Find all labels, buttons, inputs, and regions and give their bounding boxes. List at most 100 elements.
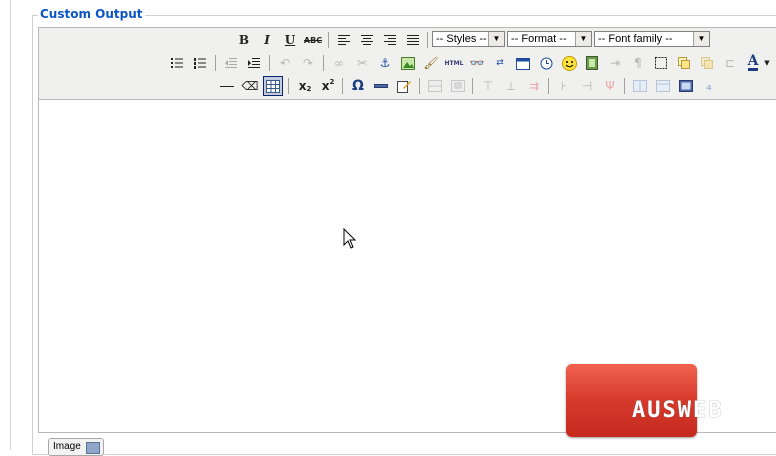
insert-row-after-button[interactable]: ⊥ (501, 76, 521, 96)
ltr-button[interactable]: ⇥ (605, 53, 625, 73)
bold-button[interactable]: B (234, 30, 254, 50)
delete-row-button[interactable]: ⇉ (524, 76, 544, 96)
insert-link-button[interactable]: ∞ (329, 53, 349, 73)
toolbar-separator (624, 78, 625, 94)
insert-image-button[interactable] (398, 53, 418, 73)
chevron-down-icon: ▼ (488, 32, 504, 46)
table-props-button[interactable] (676, 76, 696, 96)
superscript-button[interactable]: x2 (318, 76, 338, 96)
emoticons-button[interactable] (559, 53, 579, 73)
align-right-button[interactable] (380, 30, 400, 50)
absolute-position-button[interactable]: ⊏ (720, 53, 740, 73)
toolbar-separator (548, 78, 549, 94)
undo-icon: ↶ (279, 56, 291, 70)
indent-button[interactable] (244, 53, 264, 73)
find-button[interactable]: 👓 (467, 53, 487, 73)
delete-col-button[interactable]: Ψ (600, 76, 620, 96)
link-icon: ∞ (334, 56, 344, 70)
anchor-icon: ⚓ (379, 56, 391, 70)
bullet-list-button[interactable] (167, 53, 187, 73)
font-color-button[interactable]: A (743, 53, 763, 73)
edit-css-button[interactable] (394, 76, 414, 96)
insert-hr-button[interactable] (371, 76, 391, 96)
editor-toolbar: B I U ABC -- Styles -- ▼ -- Format -- ▼ … (39, 28, 776, 100)
left-border-line (10, 0, 11, 450)
align-center-icon (361, 35, 373, 45)
insert-layer-button[interactable] (674, 53, 694, 73)
font-family-select[interactable]: -- Font family -- ▼ (594, 31, 710, 47)
align-center-button[interactable] (357, 30, 377, 50)
strikethrough-button[interactable]: ABC (303, 30, 323, 50)
toolbar-separator (323, 55, 324, 71)
toolbar-row-2: ↶ ↷ ∞ ✂ ⚓ 🖌 HTML 👓 ⇄ ⇥ ¶ ⊏ A ▼ (39, 52, 776, 74)
insert-row-before-button[interactable]: ⊤ (478, 76, 498, 96)
bullet-list-icon (171, 58, 183, 68)
style-props-icon: ₄ (706, 78, 712, 94)
binoculars-icon: 👓 (469, 56, 485, 70)
font-color-dropdown[interactable]: ▼ (761, 53, 773, 73)
format-select[interactable]: -- Format -- ▼ (507, 31, 592, 47)
mouse-cursor-icon (343, 228, 357, 249)
anchor-button[interactable]: ⚓ (375, 53, 395, 73)
remove-format-button[interactable]: ⌫ (240, 76, 260, 96)
align-left-button[interactable] (334, 30, 354, 50)
insert-col-before-button[interactable]: ⊦ (554, 76, 574, 96)
toolbar-separator (215, 55, 216, 71)
horizontal-rule-button[interactable] (217, 76, 237, 96)
insert-time-button[interactable] (536, 53, 556, 73)
move-forward-button[interactable] (697, 53, 717, 73)
cleanup-button[interactable]: 🖌 (421, 53, 441, 73)
ltr-icon: ⇥ (609, 56, 621, 70)
toolbar-separator (288, 78, 289, 94)
html-source-button[interactable]: HTML (444, 53, 464, 73)
merge-cells-button[interactable] (653, 76, 673, 96)
superscript-2: 2 (329, 78, 335, 86)
insert-media-button[interactable] (582, 53, 602, 73)
table-cell-props-button[interactable] (448, 76, 468, 96)
italic-button[interactable]: I (257, 30, 277, 50)
underline-button[interactable]: U (280, 30, 300, 50)
align-justify-button[interactable] (403, 30, 423, 50)
subscript-button[interactable]: x2 (295, 76, 315, 96)
redo-button[interactable]: ↷ (298, 53, 318, 73)
subscript-x: x (298, 79, 307, 93)
format-select-value: -- Format -- (511, 33, 567, 45)
rtl-button[interactable]: ¶ (628, 53, 648, 73)
toolbar-separator (342, 78, 343, 94)
edit-style-icon (397, 81, 411, 93)
numbered-list-button[interactable] (190, 53, 210, 73)
unlink-button[interactable]: ✂ (352, 53, 372, 73)
chevron-down-icon: ▼ (575, 32, 591, 46)
styles-select[interactable]: -- Styles -- ▼ (432, 31, 505, 47)
undo-button[interactable]: ↶ (275, 53, 295, 73)
outdent-button[interactable] (221, 53, 241, 73)
absolute-icon: ⊏ (724, 56, 736, 70)
fieldset-legend: Custom Output (38, 6, 145, 22)
fullscreen-icon (655, 57, 667, 69)
calendar-icon (516, 57, 530, 70)
image-icon (86, 442, 100, 454)
watermark-logo-text: AUSWEB (632, 398, 724, 423)
insert-col-after-button[interactable]: ⊣ (577, 76, 597, 96)
toolbar-separator (328, 32, 329, 48)
image-button[interactable]: Image (48, 438, 104, 456)
insert-date-button[interactable] (513, 53, 533, 73)
fullscreen-button[interactable] (651, 53, 671, 73)
table-cell-icon (451, 80, 465, 92)
split-cells-button[interactable] (630, 76, 650, 96)
table-row-props-button[interactable] (425, 76, 445, 96)
subscript-2: 2 (306, 85, 312, 93)
styleprops-button[interactable]: ₄ (699, 76, 719, 96)
chevron-down-icon: ▼ (764, 59, 770, 67)
special-character-button[interactable]: Ω (348, 76, 368, 96)
delete-row-icon: ⇉ (528, 79, 540, 93)
layer-icon (678, 57, 690, 69)
align-right-icon (384, 35, 396, 45)
col-after-icon: ⊣ (581, 79, 593, 93)
visual-aid-button[interactable] (263, 76, 283, 96)
font-family-select-value: -- Font family -- (598, 33, 673, 45)
replace-button[interactable]: ⇄ (490, 53, 510, 73)
delete-col-icon: Ψ (605, 79, 615, 93)
hr-icon (374, 84, 388, 88)
align-justify-icon (407, 35, 419, 45)
